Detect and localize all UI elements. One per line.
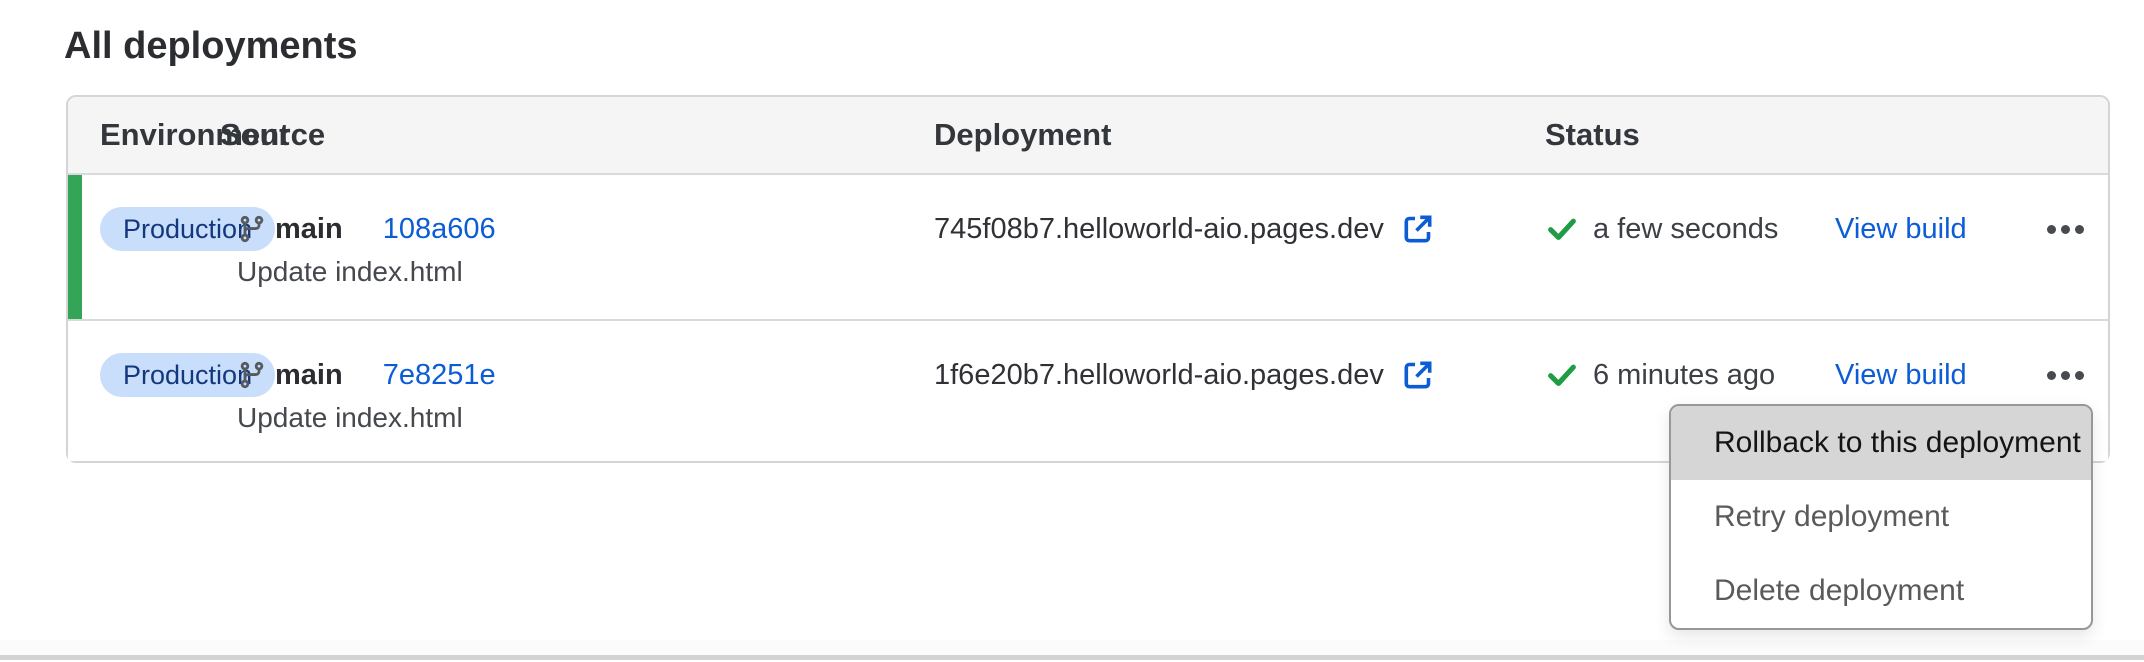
column-header-status: Status (1545, 117, 1800, 153)
actions-cell (2000, 175, 2108, 319)
ellipsis-icon (2061, 371, 2070, 380)
deployment-url: 745f08b7.helloworld-aio.pages.dev (934, 213, 1384, 246)
environment-cell: Production (68, 175, 220, 319)
check-icon (1545, 212, 1579, 246)
page-bottom-divider (0, 655, 2144, 660)
table-header-row: Environment Source Deployment Status (68, 97, 2108, 175)
environment-cell: Production (68, 321, 220, 461)
deployment-cell: 745f08b7.helloworld-aio.pages.dev (930, 175, 1545, 319)
row-actions-menu: Rollback to this deployment Retry deploy… (1669, 404, 2093, 630)
status-time: 6 minutes ago (1593, 359, 1775, 392)
ellipsis-icon (2047, 225, 2056, 234)
branch-name: main (275, 213, 343, 246)
deployments-page: All deployments Environment Source Deplo… (0, 0, 2144, 662)
check-icon (1545, 358, 1579, 392)
branch-name: main (275, 359, 343, 392)
git-branch-icon (237, 360, 267, 390)
page-title: All deployments (64, 26, 358, 66)
column-header-source: Source (220, 117, 930, 153)
menu-item-delete[interactable]: Delete deployment (1671, 554, 2091, 628)
view-build-link[interactable]: View build (1835, 359, 1967, 392)
commit-message: Update index.html (237, 257, 930, 287)
menu-item-rollback[interactable]: Rollback to this deployment (1671, 406, 2091, 480)
commit-link[interactable]: 7e8251e (383, 359, 496, 392)
deployment-row-1: Production main 108a606 Update index.htm… (68, 175, 2108, 321)
deployment-cell: 1f6e20b7.helloworld-aio.pages.dev (930, 321, 1545, 461)
ellipsis-icon (2075, 225, 2084, 234)
ellipsis-icon (2075, 371, 2084, 380)
row-actions-button[interactable] (2045, 365, 2086, 386)
external-link-icon[interactable] (1400, 211, 1436, 247)
column-header-environment: Environment (68, 117, 220, 153)
ellipsis-icon (2047, 371, 2056, 380)
column-header-deployment: Deployment (930, 117, 1545, 153)
view-build-cell: View build (1800, 175, 2000, 319)
row-actions-button[interactable] (2045, 219, 2086, 240)
deployment-url: 1f6e20b7.helloworld-aio.pages.dev (934, 359, 1384, 392)
view-build-link[interactable]: View build (1835, 213, 1967, 246)
source-cell: main 7e8251e Update index.html (220, 321, 930, 461)
external-link-icon[interactable] (1400, 357, 1436, 393)
page-bottom-band (0, 640, 2144, 655)
menu-item-retry[interactable]: Retry deployment (1671, 480, 2091, 554)
commit-message: Update index.html (237, 403, 930, 433)
status-time: a few seconds (1593, 213, 1778, 246)
ellipsis-icon (2061, 225, 2070, 234)
commit-link[interactable]: 108a606 (383, 213, 496, 246)
source-cell: main 108a606 Update index.html (220, 175, 930, 319)
git-branch-icon (237, 214, 267, 244)
status-cell: a few seconds (1545, 175, 1800, 319)
